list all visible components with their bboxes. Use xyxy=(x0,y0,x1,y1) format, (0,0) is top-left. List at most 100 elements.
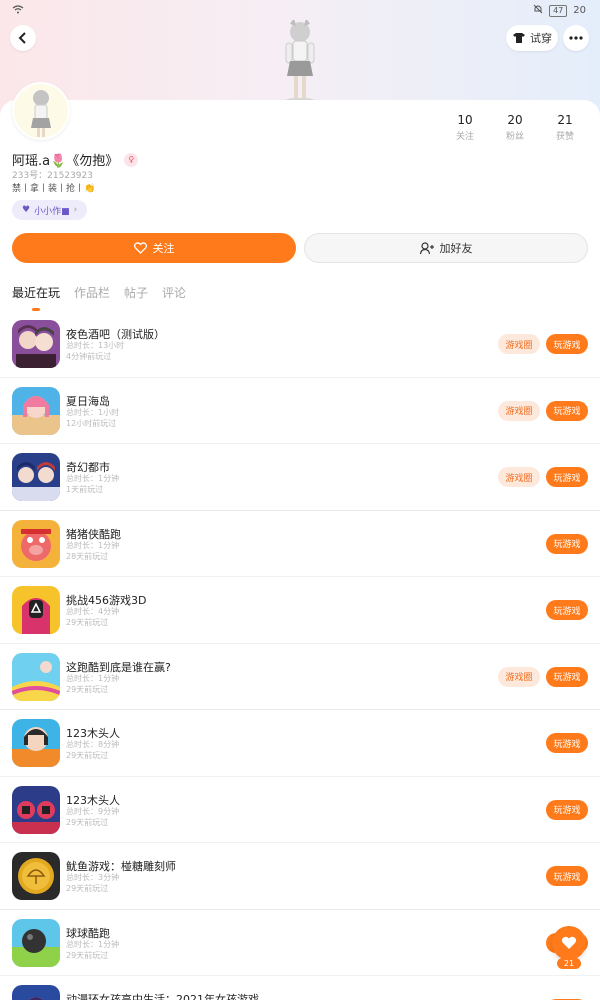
try-on-label: 试穿 xyxy=(530,32,552,45)
game-last-played: 29天前玩过 xyxy=(66,950,109,960)
game-playtime: 总时长：4分钟 xyxy=(66,607,120,616)
game-row[interactable]: 这跑酷到底是谁在赢? 总时长：1分钟 29天前玩过 游戏圈 玩游戏 xyxy=(0,644,600,710)
heart-plus-icon xyxy=(133,242,147,254)
profile-name-row: 阿瑶.a🌷《勿抱》 ♀ xyxy=(12,150,139,169)
game-last-played: 28天前玩过 xyxy=(66,551,109,561)
stat-label: 粉丝 xyxy=(505,132,524,142)
game-icon-dalgona[interactable] xyxy=(12,852,60,900)
game-icon-red-guards[interactable] xyxy=(12,785,60,834)
add-user-icon xyxy=(419,241,434,254)
play-game-button[interactable]: 玩游戏 xyxy=(546,400,588,421)
clock: 20 xyxy=(573,5,586,16)
stat-following[interactable]: 10 关注 xyxy=(440,113,490,142)
back-button[interactable] xyxy=(10,25,36,51)
mute-icon xyxy=(533,4,543,17)
game-row[interactable]: 夜色酒吧（测试版） 总时长：13小时 4分钟前玩过 游戏圈 玩游戏 xyxy=(0,311,600,378)
game-last-played: 29天前玩过 xyxy=(66,618,109,627)
title-tag[interactable]: ♥ 小小作■ › xyxy=(12,200,88,220)
play-game-button[interactable]: 玩游戏 xyxy=(546,866,588,886)
shirt-icon xyxy=(513,33,525,43)
more-dots-icon xyxy=(569,36,583,40)
game-playtime: 总时长：3分钟 xyxy=(66,873,120,882)
tag-label: 小小作■ xyxy=(34,206,70,217)
game-row[interactable]: 猪猪侠酷跑 总时长：1分钟 28天前玩过 玩游戏 xyxy=(0,511,600,577)
tab-recently-played[interactable]: 最近在玩 xyxy=(12,284,60,311)
chevron-right-icon: › xyxy=(73,205,78,215)
stat-label: 获赞 xyxy=(555,132,574,142)
heart-icon xyxy=(561,936,577,949)
follow-label: 关注 xyxy=(152,242,175,255)
game-icon-doll[interactable] xyxy=(12,719,60,767)
game-row[interactable]: 123木头人 总时长：8分钟 29天前玩过 玩游戏 xyxy=(0,710,600,777)
game-icon-anime-girl[interactable] xyxy=(12,985,60,1000)
status-bar: 47 20 xyxy=(0,0,600,22)
game-icon-anime-bar[interactable] xyxy=(12,320,60,368)
game-icon-fantasy-city[interactable] xyxy=(12,453,60,501)
game-last-played: 4分钟前玩过 xyxy=(66,352,112,361)
game-list: 夜色酒吧（测试版） 总时长：13小时 4分钟前玩过 游戏圈 玩游戏 夏日海岛 总时长：1小时… xyxy=(0,311,600,1000)
game-playtime: 总时长：1分钟 xyxy=(66,673,120,683)
game-playtime: 总时长：1分钟 xyxy=(66,540,120,550)
game-row[interactable]: 动漫环女孩高中生活：2021年女孩游戏玩游戏 xyxy=(0,976,600,1000)
tab-works[interactable]: 作品栏 xyxy=(74,284,110,301)
play-game-button[interactable]: 玩游戏 xyxy=(546,533,588,554)
game-row[interactable]: 挑战456游戏3D 总时长：4分钟 29天前玩过 玩游戏 xyxy=(0,577,600,644)
game-title: 动漫环女孩高中生活：2021年女孩游戏 xyxy=(66,993,259,1000)
stat-followers[interactable]: 20 粉丝 xyxy=(490,113,540,142)
stat-likes[interactable]: 21 获赞 xyxy=(540,113,590,142)
play-game-button[interactable]: 玩游戏 xyxy=(546,600,588,620)
game-row[interactable]: 123木头人 总时长：9分钟 29天前玩过 玩游戏 xyxy=(0,777,600,843)
game-circle-button[interactable]: 游戏圈 xyxy=(498,400,540,421)
more-options-button[interactable] xyxy=(563,25,589,51)
play-game-button[interactable]: 玩游戏 xyxy=(546,666,588,687)
game-last-played: 12小时前玩过 xyxy=(66,418,117,428)
game-playtime: 总时长：13小时 xyxy=(66,341,125,350)
heart-icon: ♥ xyxy=(22,205,31,215)
tab-comments[interactable]: 评论 xyxy=(162,284,186,301)
game-last-played: 1天前玩过 xyxy=(66,485,104,494)
game-last-played: 29天前玩过 xyxy=(66,817,109,827)
stat-label: 关注 xyxy=(455,132,474,142)
profile-bio: 禁丨拿丨装丨抢丨👏 xyxy=(12,184,96,194)
game-playtime: 总时长：1分钟 xyxy=(66,939,120,949)
play-game-button[interactable]: 玩游戏 xyxy=(546,799,588,820)
like-count-badge: 21 xyxy=(557,958,581,969)
game-circle-button[interactable]: 游戏圈 xyxy=(498,467,540,487)
wifi-icon xyxy=(12,4,24,17)
game-icon-squid-guard[interactable] xyxy=(12,586,60,634)
profile-name: 阿瑶.a🌷《勿抱》 xyxy=(12,154,119,169)
follow-button[interactable]: 关注 xyxy=(12,233,296,263)
battery-indicator: 47 xyxy=(549,4,568,17)
game-icon-ball-run[interactable] xyxy=(12,918,60,967)
floating-like-button[interactable] xyxy=(552,926,586,960)
game-row[interactable]: 奇幻都市 总时长：1分钟 1天前玩过 游戏圈 玩游戏 xyxy=(0,444,600,511)
add-friend-label: 加好友 xyxy=(439,242,473,255)
game-icon-summer-island[interactable] xyxy=(12,386,60,435)
play-game-button[interactable]: 玩游戏 xyxy=(546,733,588,753)
game-icon-parkour[interactable] xyxy=(12,652,60,701)
play-game-button[interactable]: 玩游戏 xyxy=(546,334,588,354)
chevron-left-icon xyxy=(18,32,26,44)
game-circle-button[interactable]: 游戏圈 xyxy=(498,666,540,687)
game-row[interactable]: 球球酷跑总时长：1分钟29天前玩过玩游戏 xyxy=(0,910,600,976)
stat-value: 21 xyxy=(557,113,573,127)
avatar-character-figure xyxy=(285,20,315,102)
game-playtime: 总时长：1小时 xyxy=(66,407,120,417)
game-row[interactable]: 鱿鱼游戏：椪糖雕刻师 总时长：3分钟 29天前玩过 玩游戏 xyxy=(0,843,600,910)
play-game-button[interactable]: 玩游戏 xyxy=(546,467,588,487)
game-circle-button[interactable]: 游戏圈 xyxy=(498,334,540,354)
avatar[interactable] xyxy=(12,82,70,140)
stat-value: 10 xyxy=(457,113,473,127)
game-row[interactable]: 夏日海岛 总时长：1小时 12小时前玩过 游戏圈 玩游戏 xyxy=(0,378,600,444)
game-last-played: 29天前玩过 xyxy=(66,884,109,893)
profile-tabs: 最近在玩 作品栏 帖子 评论 xyxy=(12,284,186,311)
game-last-played: 29天前玩过 xyxy=(66,751,109,760)
game-icon-pig-hero[interactable] xyxy=(12,519,60,568)
gender-badge-icon: ♀ xyxy=(124,152,139,167)
tab-posts[interactable]: 帖子 xyxy=(124,284,148,301)
game-playtime: 总时长：9分钟 xyxy=(66,806,120,816)
user-id: 233号：21523923 xyxy=(12,171,93,181)
try-on-button[interactable]: 试穿 xyxy=(506,25,558,51)
profile-stats: 10 关注 20 粉丝 21 获赞 xyxy=(440,113,590,142)
add-friend-button[interactable]: 加好友 xyxy=(304,233,588,263)
